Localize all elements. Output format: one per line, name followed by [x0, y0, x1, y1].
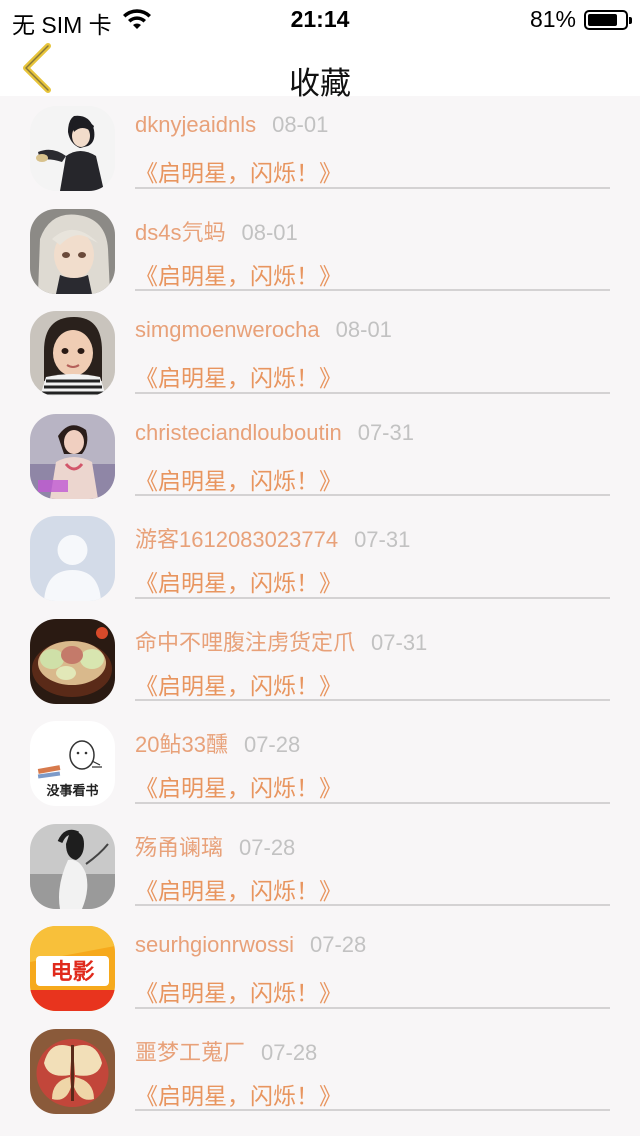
username[interactable]: 殇甬谰璃 [135, 835, 223, 860]
battery-group: 81% [529, 6, 632, 33]
favorite-title-link[interactable]: 《启明星，闪烁！》 [135, 872, 342, 906]
favorite-title-link[interactable]: 《启明星，闪烁！》 [135, 667, 342, 701]
svg-text:没事看书: 没事看书 [46, 783, 98, 799]
reading-doodle-avatar[interactable]: 没事看书 [30, 721, 115, 806]
divider [135, 1109, 610, 1111]
favorite-title-link[interactable]: 《启明星，闪烁！》 [135, 154, 342, 188]
favorite-list-item[interactable]: simgmoenwerocha 08-01 《启明星，闪烁！》 [0, 301, 640, 404]
favorite-list-item[interactable]: 殇甬谰璃 07-28 《启明星，闪烁！》 [0, 814, 640, 917]
name-line: 噩梦工蒐厂 07-28 [135, 1035, 317, 1067]
favorite-title-link[interactable]: 《启明星，闪烁！》 [135, 257, 342, 291]
default-user-avatar[interactable] [30, 516, 115, 601]
username[interactable]: dknyjeaidnls [135, 112, 256, 137]
favorite-title-link[interactable]: 《启明星，闪烁！》 [135, 564, 342, 598]
date-label: 07-31 [357, 419, 414, 445]
food-bowl-avatar[interactable] [30, 618, 115, 704]
favorite-list-item[interactable]: 没事看书 20鲇33醺 07-28 《启明星，闪烁！》 [0, 711, 640, 814]
username[interactable]: christeciandlouboutin [135, 420, 342, 445]
battery-icon [584, 9, 632, 30]
favorite-list-item[interactable]: 命中不哩腹注虏货定爪 07-31 《启明星，闪烁！》 [0, 609, 640, 712]
name-line: simgmoenwerocha 08-01 [135, 317, 392, 343]
divider [135, 289, 610, 291]
username[interactable]: simgmoenwerocha [135, 317, 320, 342]
username[interactable]: 命中不哩腹注虏货定爪 [135, 630, 355, 655]
name-line: seurhgionrwossi 07-28 [135, 932, 366, 958]
username[interactable]: ds4s氕蚂 [135, 220, 225, 245]
date-label: 07-28 [309, 932, 367, 957]
name-line: christeciandlouboutin 07-31 [135, 420, 414, 446]
movie-logo-avatar[interactable]: 电影 [30, 926, 115, 1011]
divider [135, 494, 610, 496]
woman-photo-avatar[interactable] [30, 413, 115, 499]
status-bar: 无 SIM 卡 21:14 81% [0, 0, 640, 40]
divider [135, 699, 610, 701]
username[interactable]: 噩梦工蒐厂 [135, 1040, 245, 1065]
favorite-title-link[interactable]: 《启明星，闪烁！》 [135, 462, 342, 496]
username[interactable]: seurhgionrwossi [135, 932, 294, 957]
username[interactable]: 游客1612083023774 [135, 527, 338, 552]
date-label: 08-01 [241, 219, 298, 245]
name-line: 殇甬谰璃 07-28 [135, 830, 295, 862]
favorite-title-link[interactable]: 《启明星，闪烁！》 [135, 359, 342, 393]
divider [135, 801, 610, 804]
divider [135, 904, 610, 906]
battery-percent: 81% [529, 6, 576, 32]
name-line: 游客1612083023774 07-31 [135, 522, 410, 554]
child-photo-avatar[interactable] [30, 311, 115, 396]
navigation-bar: 收藏 [0, 40, 640, 101]
anime-boy-avatar[interactable] [30, 106, 115, 191]
date-label: 08-01 [272, 112, 329, 137]
divider [135, 1006, 610, 1009]
favorite-list-item[interactable]: dknyjeaidnls 08-01 《启明星，闪烁！》 [0, 96, 640, 199]
favorite-title-link[interactable]: 《启明星，闪烁！》 [135, 769, 342, 803]
battery-level-fill [588, 13, 618, 26]
name-line: ds4s氕蚂 08-01 [135, 215, 298, 247]
username[interactable]: 20鲇33醺 [135, 732, 228, 757]
bw-portrait-avatar[interactable] [30, 823, 115, 909]
date-label: 07-31 [371, 629, 428, 655]
divider [135, 596, 610, 599]
favorite-title-link[interactable]: 《启明星，闪烁！》 [135, 974, 342, 1008]
date-label: 07-28 [261, 1039, 318, 1065]
favorite-list-item[interactable]: 电影 seurhgionrwossi 07-28 《启明星，闪烁！》 [0, 916, 640, 1019]
favorites-list: dknyjeaidnls 08-01 《启明星，闪烁！》 ds4s氕蚂 08-01 … [0, 96, 640, 1121]
svg-text:电影: 电影 [50, 960, 94, 985]
divider [135, 391, 610, 394]
name-line: dknyjeaidnls 08-01 [135, 112, 328, 138]
favorite-list-item[interactable]: christeciandlouboutin 07-31 《启明星，闪烁！》 [0, 404, 640, 507]
name-line: 命中不哩腹注虏货定爪 07-31 [135, 625, 427, 657]
date-label: 07-28 [243, 732, 301, 757]
divider [135, 186, 610, 189]
anime-white-hair-avatar[interactable] [30, 208, 115, 294]
date-label: 08-01 [335, 317, 392, 342]
favorite-list-item[interactable]: 噩梦工蒐厂 07-28 《启明星，闪烁！》 [0, 1019, 640, 1122]
favorite-list-item[interactable]: 游客1612083023774 07-31 《启明星，闪烁！》 [0, 506, 640, 609]
apple-butterfly-avatar[interactable] [30, 1028, 115, 1114]
name-line: 20鲇33醺 07-28 [135, 727, 300, 759]
date-label: 07-31 [354, 527, 411, 552]
favorite-list-item[interactable]: ds4s氕蚂 08-01 《启明星，闪烁！》 [0, 199, 640, 302]
date-label: 07-28 [239, 834, 296, 860]
favorite-title-link[interactable]: 《启明星，闪烁！》 [135, 1077, 342, 1111]
